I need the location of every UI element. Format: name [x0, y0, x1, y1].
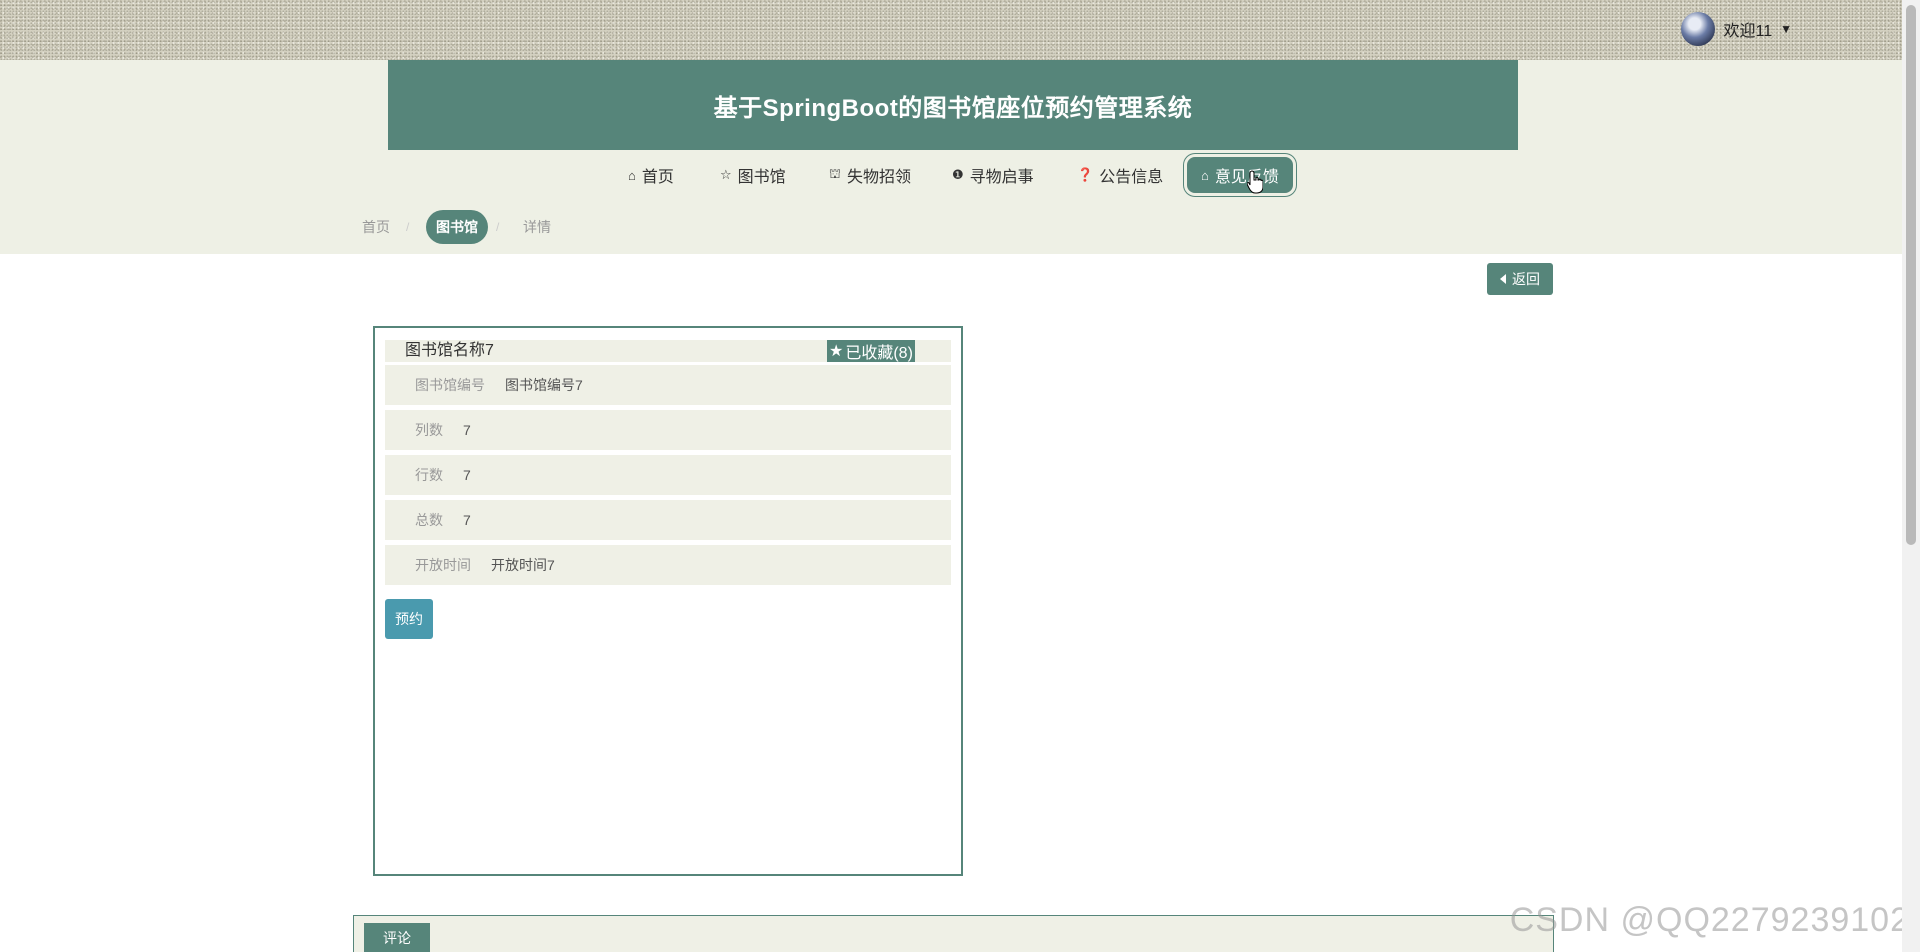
nav-item-label: 首页	[641, 169, 674, 186]
comments-section: 评论	[353, 915, 1554, 952]
welcome-text[interactable]: 欢迎11	[1723, 17, 1772, 41]
avatar[interactable]	[1681, 12, 1716, 46]
back-button[interactable]: 返回	[1487, 263, 1553, 295]
title-banner: 基于SpringBoot的图书馆座位预约管理系统	[388, 60, 1518, 150]
field-row: 行数 7	[385, 455, 951, 495]
nav-item-label: 寻物启事	[969, 169, 1034, 186]
nav-item-label: 公告信息	[1099, 169, 1164, 186]
breadcrumb-home[interactable]: 首页	[362, 210, 390, 244]
nav-item-announcements[interactable]: ❓ 公告信息	[1077, 155, 1163, 195]
breadcrumb-library[interactable]: 图书馆	[426, 210, 488, 244]
nav-item-library[interactable]: ☆ 图书馆	[720, 155, 786, 195]
nav-item-search-notice[interactable]: ❶ 寻物启事	[952, 155, 1034, 195]
breadcrumb-detail: 详情	[523, 219, 551, 235]
hand-cursor-icon	[1247, 170, 1263, 194]
field-label: 图书馆编号	[415, 377, 485, 393]
home-icon: ⌂	[1201, 167, 1209, 183]
nav-item-feedback[interactable]: ⌂ 意见反馈	[1187, 157, 1293, 193]
field-row: 总数 7	[385, 500, 951, 540]
field-row: 列数 7	[385, 410, 951, 450]
nav-item-label: 图书馆	[737, 169, 786, 186]
library-name: 图书馆名称7	[405, 342, 494, 359]
main-nav: ⌂ 首页 ☆ 图书馆 ⛫ 失物招领 ❶ 寻物启事 ❓ 公告信息 ⌂ 意见反馈	[0, 155, 1902, 195]
back-button-label: 返回	[1512, 271, 1540, 287]
favorite-button[interactable]: ★ 已收藏(8)	[827, 340, 915, 362]
field-value: 图书馆编号7	[505, 377, 583, 393]
home-icon: ⌂	[628, 167, 636, 183]
nav-item-lost-found[interactable]: ⛫ 失物招领	[829, 155, 911, 195]
alert-icon: ❶	[952, 167, 964, 182]
site-title: 基于SpringBoot的图书馆座位预约管理系统	[713, 94, 1193, 122]
bag-icon: ⛫	[829, 166, 841, 181]
breadcrumb-separator: /	[406, 220, 410, 234]
user-menu[interactable]: 欢迎11 ▼	[1681, 12, 1792, 46]
tab-comments[interactable]: 评论	[364, 923, 430, 952]
field-value: 7	[463, 512, 471, 528]
field-label: 总数	[415, 512, 443, 528]
star-filled-icon: ★	[829, 343, 844, 360]
field-value: 7	[463, 422, 471, 438]
caret-left-icon	[1500, 274, 1506, 284]
top-texture-bar: 欢迎11 ▼	[0, 0, 1902, 60]
scrollbar[interactable]	[1902, 0, 1920, 952]
breadcrumb: 首页 / 图书馆 / 详情	[0, 210, 1902, 244]
nav-item-label: 失物招领	[846, 169, 911, 186]
breadcrumb-separator: /	[496, 220, 500, 234]
favorite-label: 已收藏(8)	[845, 345, 913, 362]
help-icon: ❓	[1077, 167, 1094, 182]
field-label: 行数	[415, 467, 443, 483]
field-value: 开放时间7	[491, 557, 555, 573]
field-label: 开放时间	[415, 557, 471, 573]
nav-item-home[interactable]: ⌂ 首页	[628, 155, 674, 195]
name-bar: 图书馆名称7 ★ 已收藏(8)	[385, 340, 951, 362]
scroll-thumb[interactable]	[1906, 5, 1916, 545]
reserve-button[interactable]: 预约	[385, 599, 433, 639]
field-value: 7	[463, 467, 471, 483]
caret-down-icon[interactable]: ▼	[1780, 22, 1792, 36]
field-row: 图书馆编号 图书馆编号7	[385, 365, 951, 405]
star-icon: ☆	[720, 167, 732, 182]
field-row: 开放时间 开放时间7	[385, 545, 951, 585]
library-detail-card: 图书馆名称7 ★ 已收藏(8) 图书馆编号 图书馆编号7 列数 7 行数 7 总…	[373, 326, 963, 876]
field-label: 列数	[415, 422, 443, 438]
watermark: CSDN @QQ2279239102	[1509, 901, 1910, 939]
